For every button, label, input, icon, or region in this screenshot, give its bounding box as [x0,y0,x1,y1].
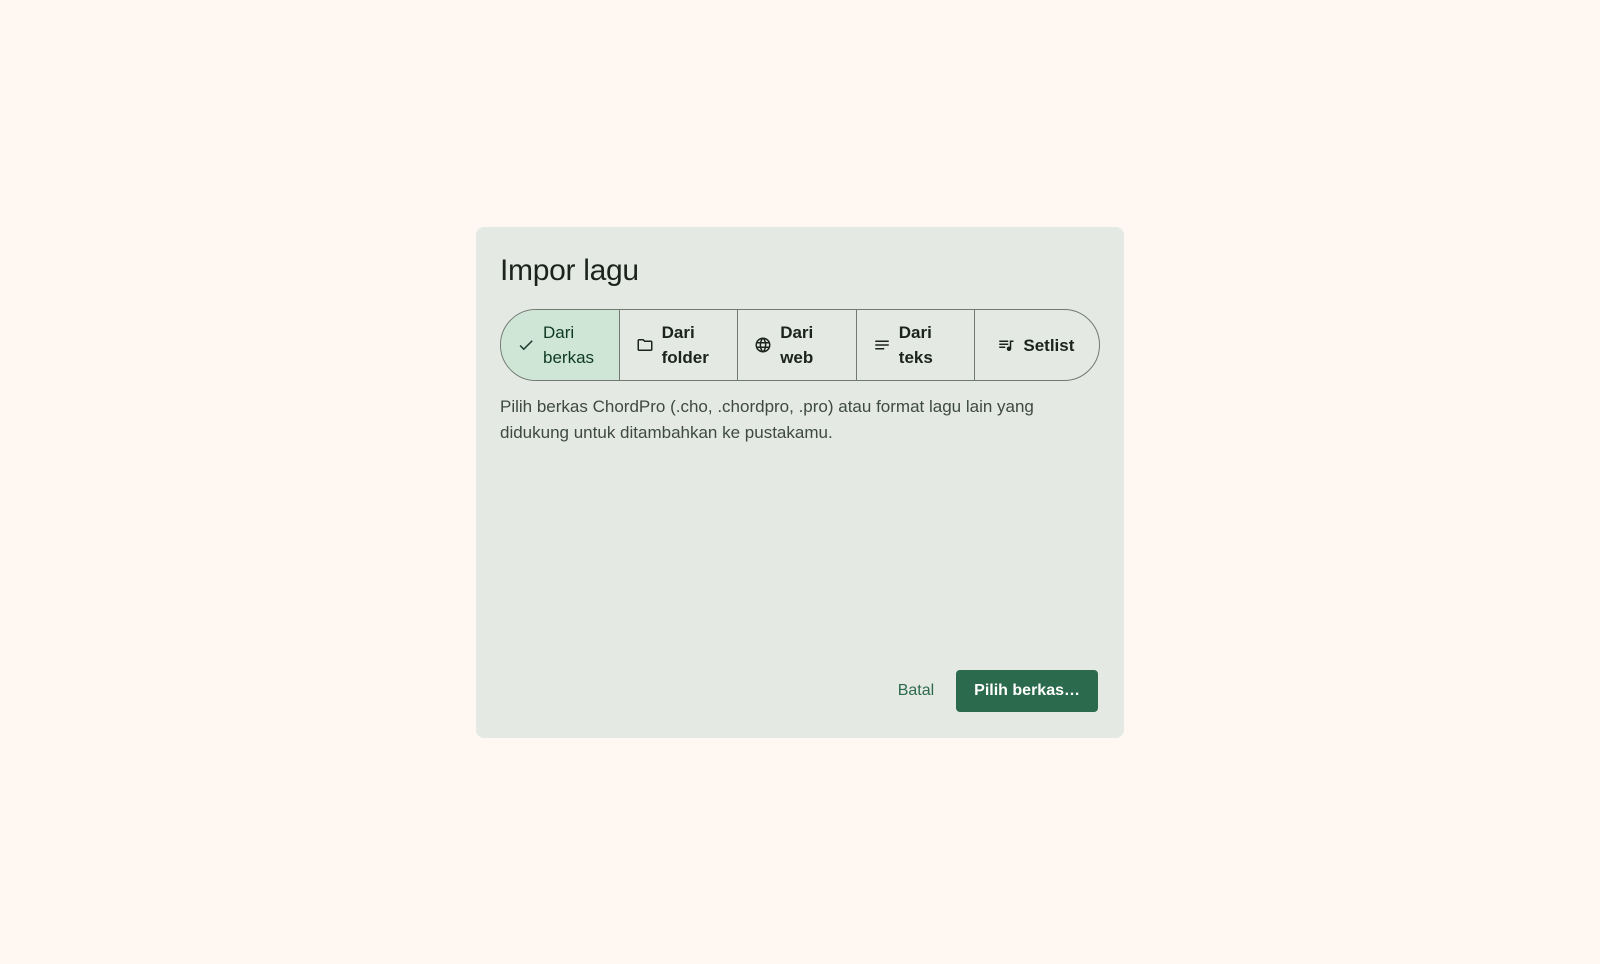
tab-setlist[interactable]: Setlist [974,310,1099,380]
tab-setlist-label: Setlist [1023,335,1075,355]
dialog-actions: Batal Pilih berkas… [886,670,1098,712]
choose-file-button[interactable]: Pilih berkas… [956,670,1098,712]
import-song-dialog: Impor lagu Dari berkas Dari folder Dari … [476,227,1124,738]
import-description: Pilih berkas ChordPro (.cho, .chordpro, … [500,397,1034,442]
globe-icon [754,336,772,354]
tab-from-web[interactable]: Dari web [737,310,856,380]
tab-from-web-label: Dari web [780,323,814,367]
cancel-button[interactable]: Batal [886,670,946,712]
dialog-title: Impor lagu [500,254,639,287]
tab-from-text[interactable]: Dari teks [855,310,975,380]
notes-icon [873,336,891,354]
check-icon [517,336,535,354]
folder-icon [636,336,654,354]
queue-music-icon [997,336,1015,354]
tab-from-folder[interactable]: Dari folder [618,310,738,380]
tab-from-folder-label: Dari folder [661,323,709,367]
import-source-segmented-button: Dari berkas Dari folder Dari web Dari te… [500,309,1100,381]
tab-from-file-label: Dari berkas [543,323,595,367]
tab-from-text-label: Dari teks [898,323,933,367]
tab-from-file[interactable]: Dari berkas [501,310,619,380]
